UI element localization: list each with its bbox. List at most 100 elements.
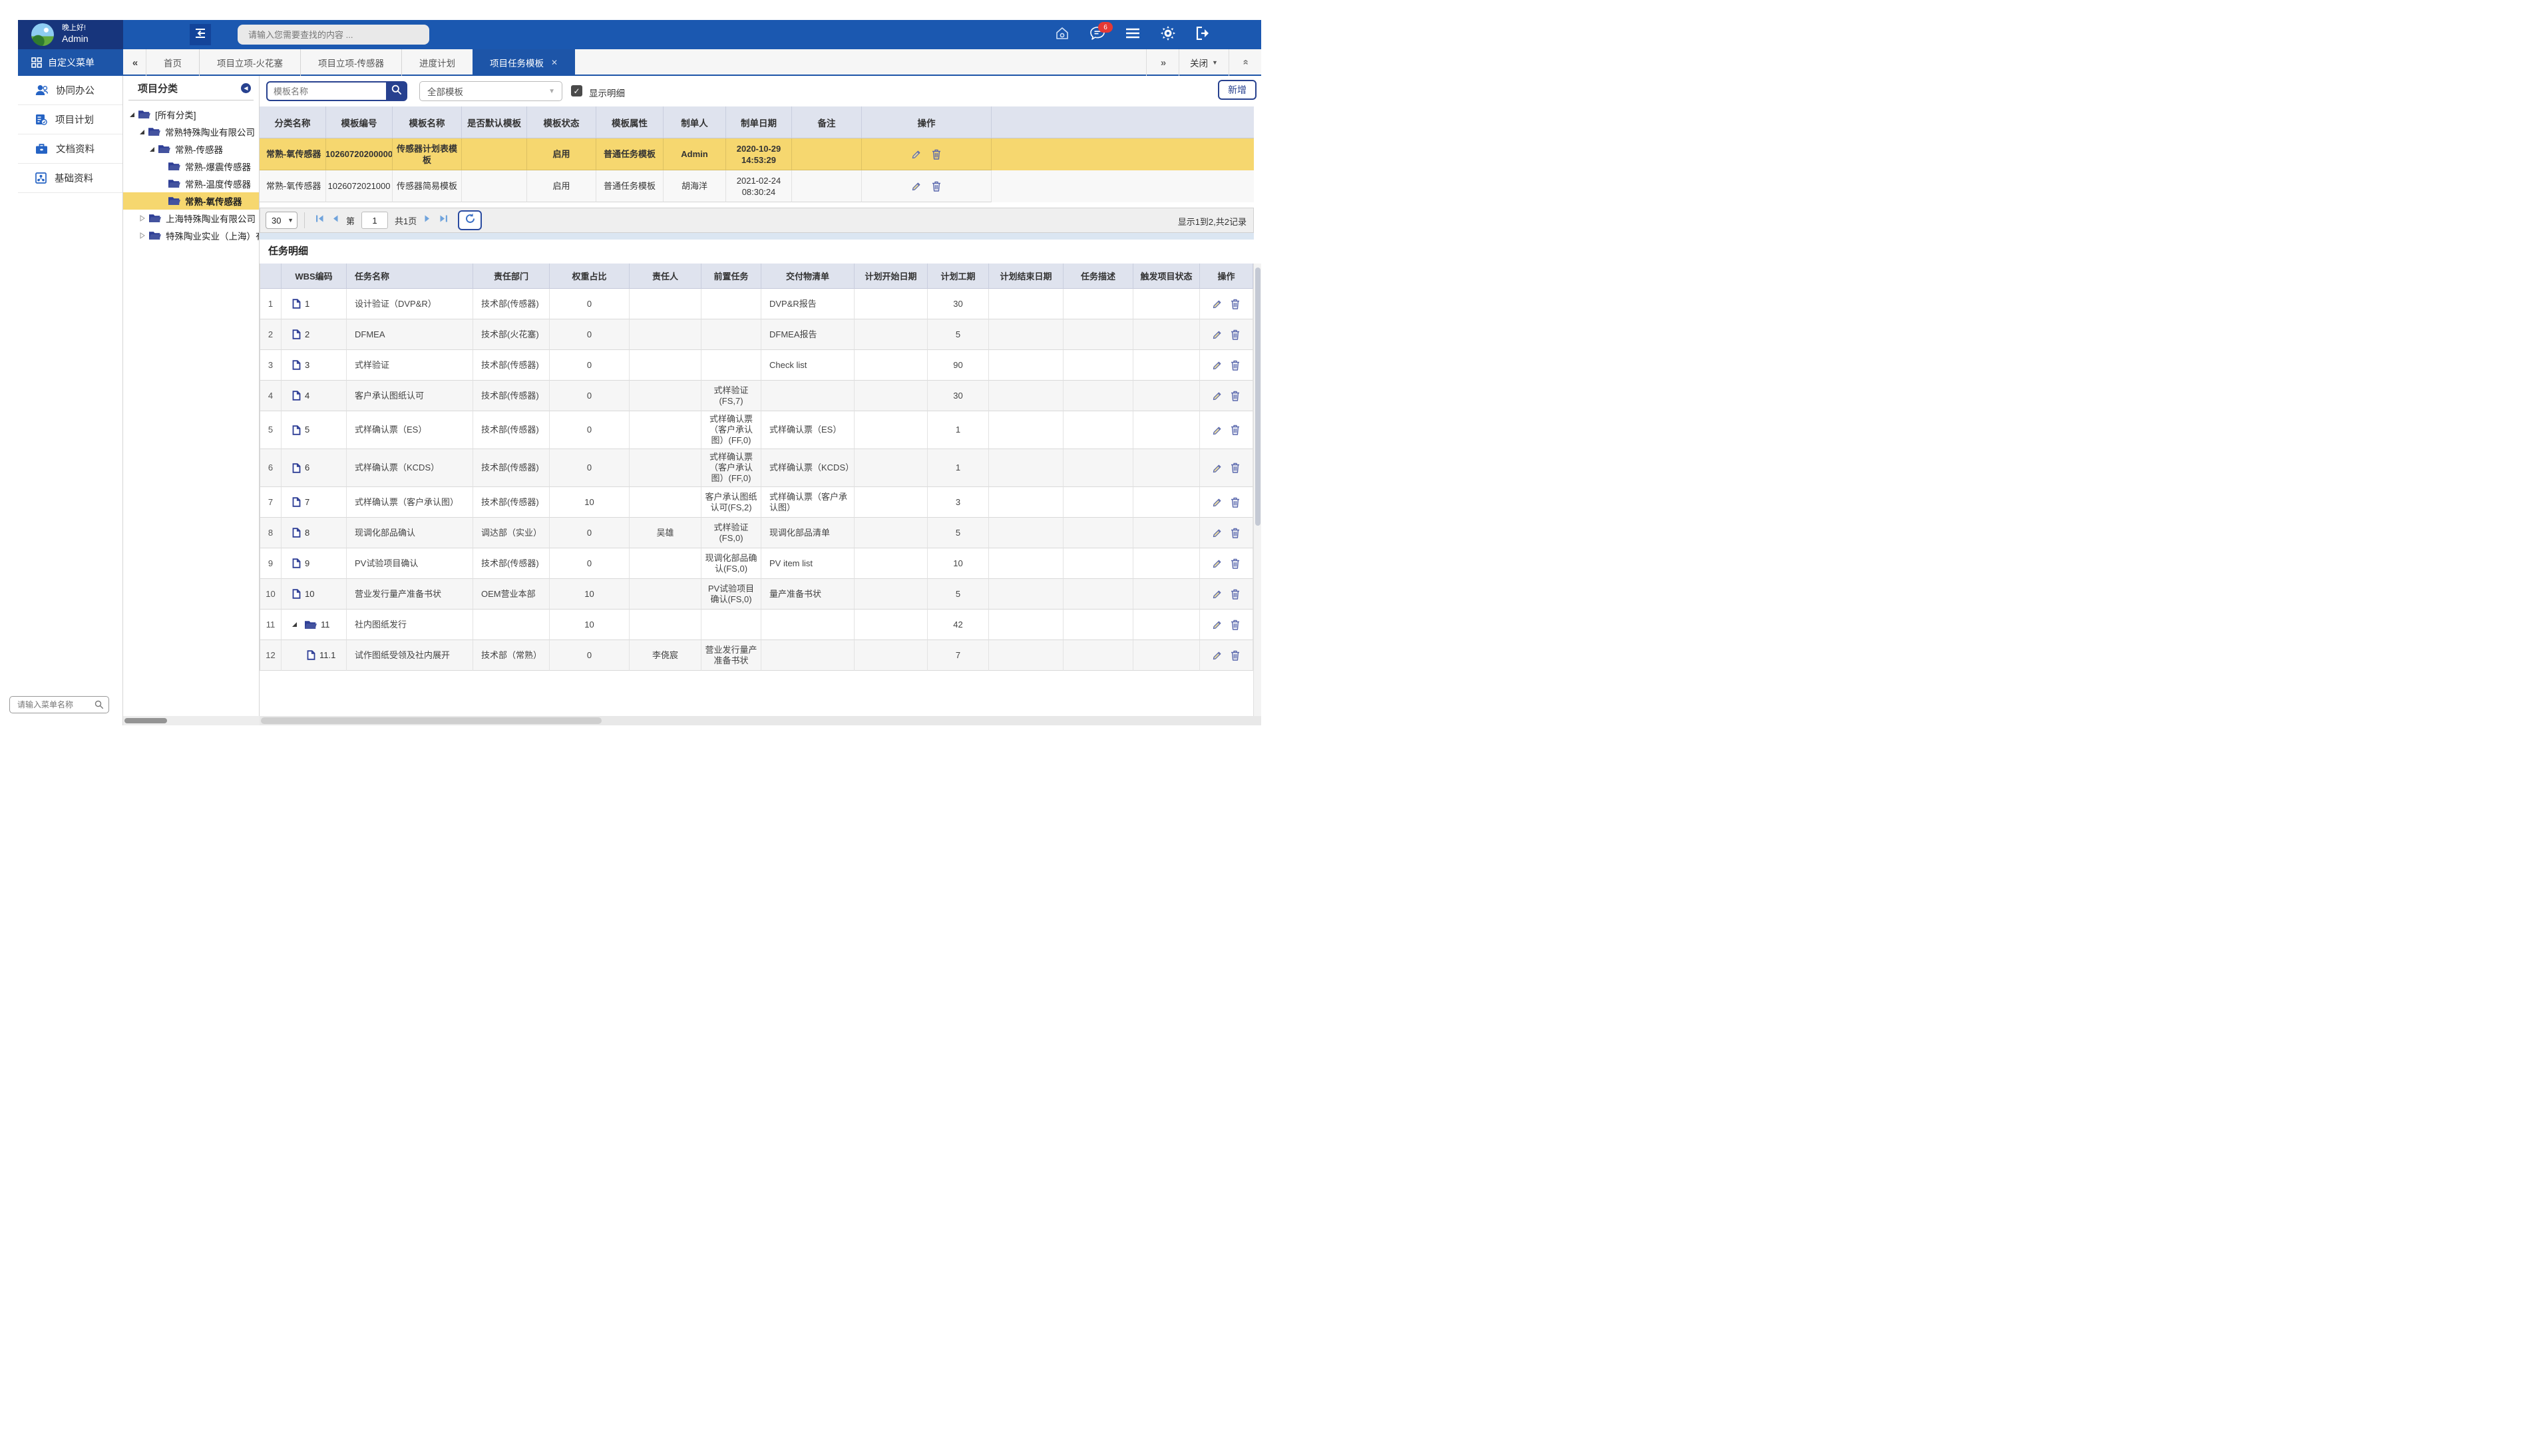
column-header-计划结束日期[interactable]: 计划结束日期	[989, 264, 1064, 289]
column-header-责任人[interactable]: 责任人	[630, 264, 701, 289]
task-row[interactable]: 77式样确认票（客户承认图）技术部(传感器)10客户承认图纸认可(FS,2)式样…	[260, 487, 1253, 518]
column-header-计划开始日期[interactable]: 计划开始日期	[855, 264, 928, 289]
tree-node-[所有分类][interactable]: [所有分类]	[123, 106, 259, 123]
task-row[interactable]: 99PV试验项目确认技术部(传感器)0现调化部品确认(FS,0)PV item …	[260, 548, 1253, 579]
collapse-tabs-button[interactable]: »	[1229, 49, 1261, 76]
column-header-操作[interactable]: 操作	[862, 106, 992, 138]
close-icon[interactable]: ✕	[551, 58, 558, 67]
task-row[interactable]: 55式样确认票（ES）技术部(传感器)0式样确认票（客户承认图）(FF,0)式样…	[260, 411, 1253, 449]
column-header-模板编号[interactable]: 模板编号	[326, 106, 393, 138]
close-tabs-dropdown[interactable]: 关闭 ▼	[1179, 49, 1229, 76]
column-header-index[interactable]	[260, 264, 282, 289]
refresh-button[interactable]	[458, 210, 482, 230]
tree-collapse-button[interactable]: ◀	[241, 83, 251, 93]
tabs-scroll-left-button[interactable]: «	[123, 49, 146, 76]
sidebar-item-协同办公[interactable]: 协同办公	[18, 76, 122, 105]
sidebar-item-文档资料[interactable]: 文档资料	[18, 134, 122, 164]
task-row[interactable]: 33式样验证技术部(传感器)0Check list90	[260, 350, 1253, 381]
page-size-select[interactable]: 30 ▼	[266, 212, 297, 229]
delete-icon[interactable]	[1231, 391, 1240, 401]
logout-button[interactable]	[1195, 26, 1212, 43]
column-header-是否默认模板[interactable]: 是否默认模板	[462, 106, 527, 138]
expander-closed-icon[interactable]	[140, 215, 145, 222]
messages-button[interactable]: 6	[1089, 26, 1106, 43]
next-page-button[interactable]	[419, 212, 435, 229]
column-header-任务名称[interactable]: 任务名称	[347, 264, 473, 289]
expander-open-icon[interactable]	[130, 112, 134, 117]
edit-icon[interactable]	[1213, 589, 1223, 599]
global-search-input[interactable]	[247, 29, 416, 41]
expander-open-icon[interactable]	[150, 147, 154, 152]
tab-首页[interactable]: 首页	[146, 49, 199, 76]
task-row[interactable]: 66式样确认票（KCDS）技术部(传感器)0式样确认票（客户承认图）(FF,0)…	[260, 449, 1253, 487]
delete-icon[interactable]	[1231, 528, 1240, 538]
tree-horizontal-scrollbar[interactable]	[123, 716, 260, 725]
column-header-计划工期[interactable]: 计划工期	[928, 264, 989, 289]
delete-icon[interactable]	[1231, 299, 1240, 309]
tasks-vertical-scrollbar[interactable]	[1253, 264, 1261, 716]
first-page-button[interactable]	[311, 212, 327, 229]
menu-button[interactable]	[1124, 26, 1141, 43]
settings-button[interactable]	[1159, 26, 1177, 43]
tree-node-上海特殊陶业有限公司[interactable]: 上海特殊陶业有限公司	[123, 210, 259, 227]
column-header-模板名称[interactable]: 模板名称	[393, 106, 462, 138]
edit-icon[interactable]	[1213, 299, 1223, 309]
edit-icon[interactable]	[1213, 391, 1223, 401]
template-name-input[interactable]	[266, 81, 386, 101]
delete-icon[interactable]	[1231, 360, 1240, 371]
delete-icon[interactable]	[1231, 650, 1240, 661]
prev-page-button[interactable]	[327, 212, 343, 229]
edit-icon[interactable]	[1213, 329, 1223, 339]
edit-icon[interactable]	[1213, 425, 1223, 435]
template-row[interactable]: 常熟-氧传感器1026072021000传感器简易模板启用普通任务模板胡海洋20…	[260, 170, 1254, 202]
tab-项目任务模板[interactable]: 项目任务模板✕	[473, 49, 575, 76]
column-header-操作[interactable]: 操作	[1200, 264, 1253, 289]
home-button[interactable]	[1054, 26, 1071, 43]
expander-open-icon[interactable]	[292, 622, 297, 627]
delete-icon[interactable]	[1231, 329, 1240, 340]
task-row[interactable]: 1111社内图纸发行1042	[260, 610, 1253, 640]
column-header-备注[interactable]: 备注	[792, 106, 862, 138]
edit-icon[interactable]	[1213, 463, 1223, 473]
delete-icon[interactable]	[1231, 558, 1240, 569]
sidebar-collapse-button[interactable]	[190, 24, 211, 45]
edit-icon[interactable]	[1213, 650, 1223, 660]
sidebar-item-基础资料[interactable]: 基础资料	[18, 164, 122, 193]
last-page-button[interactable]	[435, 212, 451, 229]
column-header-制单日期[interactable]: 制单日期	[726, 106, 792, 138]
edit-icon[interactable]	[1213, 620, 1223, 630]
delete-icon[interactable]	[1231, 462, 1240, 473]
delete-icon[interactable]	[1231, 620, 1240, 630]
column-header-交付物清单[interactable]: 交付物清单	[761, 264, 855, 289]
column-header-WBS编码[interactable]: WBS编码	[282, 264, 347, 289]
sidebar-item-项目计划[interactable]: 项目计划	[18, 105, 122, 134]
tab-进度计划[interactable]: 进度计划	[401, 49, 473, 76]
column-header-制单人[interactable]: 制单人	[664, 106, 726, 138]
edit-icon[interactable]	[912, 149, 922, 159]
column-header-模板状态[interactable]: 模板状态	[527, 106, 596, 138]
tree-node-特殊陶业实业（上海）有限公司[interactable]: 特殊陶业实业（上海）有限公司	[123, 227, 259, 244]
scrollbar-thumb[interactable]	[261, 717, 602, 724]
search-button[interactable]	[386, 81, 407, 101]
task-row[interactable]: 88现调化部品确认调达部（实业）0吴雄式样验证 (FS,0)现调化部品清单5	[260, 518, 1253, 548]
tabs-scroll-right-button[interactable]: »	[1146, 49, 1179, 76]
delete-icon[interactable]	[1231, 497, 1240, 508]
expander-closed-icon[interactable]	[140, 232, 145, 239]
task-row[interactable]: 22DFMEA技术部(火花塞)0DFMEA报告5	[260, 319, 1253, 350]
task-row[interactable]: 1010营业发行量产准备书状OEM营业本部10PV试验项目确认(FS,0)量产准…	[260, 579, 1253, 610]
tasks-horizontal-scrollbar[interactable]	[260, 716, 1261, 725]
tree-node-常熟-爆震传感器[interactable]: 常熟-爆震传感器	[123, 158, 259, 175]
user-profile[interactable]: 晚上好! Admin	[18, 20, 123, 49]
template-row[interactable]: 常熟-氧传感器10260720200000传感器计划表模板启用普通任务模板Adm…	[260, 138, 1254, 170]
column-header-分类名称[interactable]: 分类名称	[260, 106, 326, 138]
column-header-前置任务[interactable]: 前置任务	[701, 264, 761, 289]
tree-node-常熟特殊陶业有限公司[interactable]: 常熟特殊陶业有限公司	[123, 123, 259, 140]
page-number-input[interactable]	[361, 212, 388, 229]
task-row[interactable]: 44客户承认图纸认可技术部(传感器)0式样验证 (FS,7)30	[260, 381, 1253, 411]
tree-node-常熟-氧传感器[interactable]: 常熟-氧传感器	[123, 192, 259, 210]
delete-icon[interactable]	[1231, 589, 1240, 600]
column-header-权重占比[interactable]: 权重占比	[550, 264, 630, 289]
edit-icon[interactable]	[1213, 528, 1223, 538]
column-header-任务描述[interactable]: 任务描述	[1064, 264, 1133, 289]
task-row[interactable]: 1211.1试作图纸受领及社内展开技术部（常熟）0李侥宸营业发行量产准备书状7	[260, 640, 1253, 671]
